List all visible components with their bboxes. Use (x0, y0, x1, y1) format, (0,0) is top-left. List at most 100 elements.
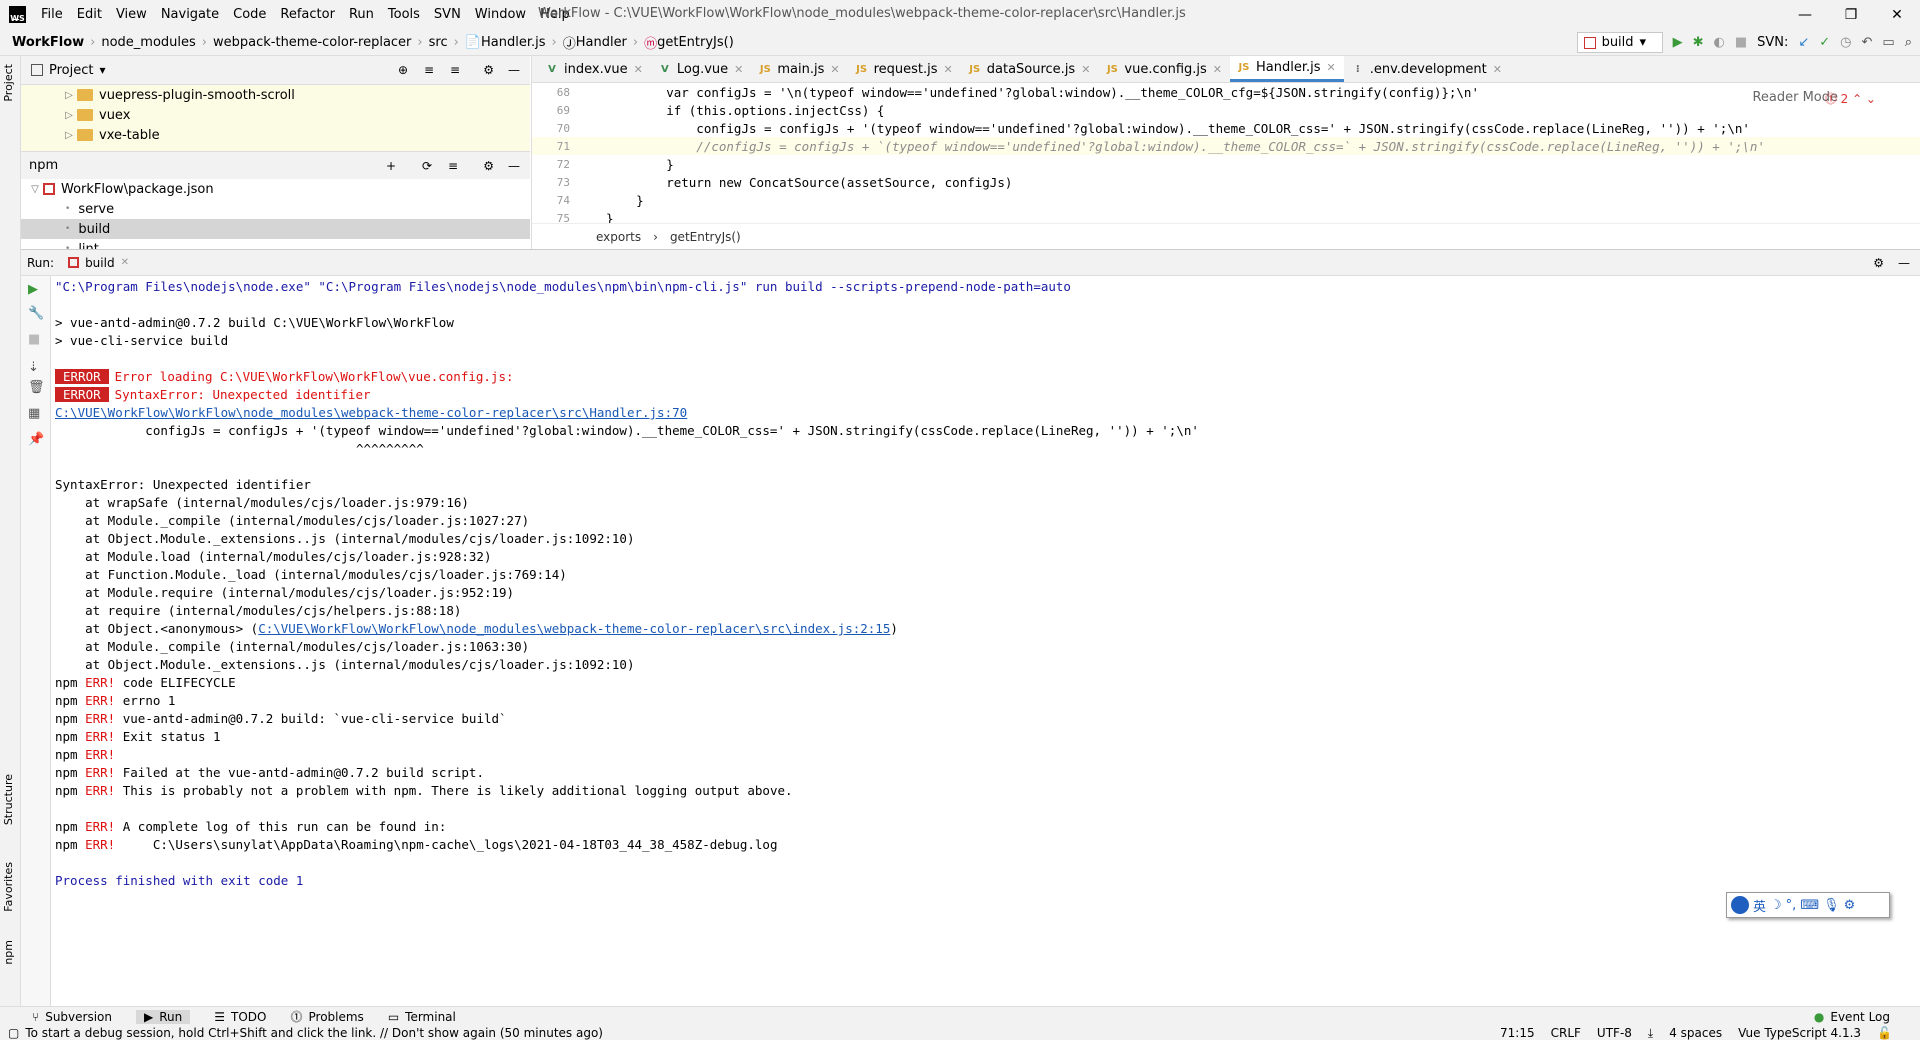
caret-position[interactable]: 71:15 (1500, 1026, 1535, 1040)
add-icon[interactable]: + (386, 159, 396, 173)
editor-tab[interactable]: Vindex.vue ✕ (538, 56, 651, 82)
menu-run[interactable]: Run (342, 7, 381, 22)
gear-icon[interactable]: ⚙ (1873, 256, 1884, 270)
menu-edit[interactable]: Edit (70, 7, 109, 22)
console-output[interactable]: "C:\Program Files\nodejs\node.exe" "C:\P… (52, 276, 1920, 1006)
menu-refactor[interactable]: Refactor (273, 7, 342, 22)
svn-update-icon[interactable]: ↙ (1798, 35, 1809, 50)
close-icon[interactable]: ✕ (1327, 61, 1336, 74)
breadcrumb-item[interactable]: WorkFlow (12, 35, 84, 50)
console-link[interactable]: C:\VUE\WorkFlow\WorkFlow\node_modules\we… (258, 621, 890, 636)
editor-tab[interactable]: JS Handler.js ✕ (1230, 56, 1344, 82)
chevron-right-icon[interactable]: ▷ (61, 90, 77, 101)
language-service[interactable]: Vue TypeScript 4.1.3 (1738, 1026, 1861, 1040)
layout-icon[interactable]: ▭ (1882, 35, 1894, 50)
gear-icon[interactable]: ⚙ (483, 63, 494, 77)
project-panel-title[interactable]: Project (49, 63, 93, 78)
lock-icon[interactable]: 🔓 (1877, 1026, 1892, 1040)
close-icon[interactable]: ✕ (1213, 63, 1222, 76)
trash-icon[interactable]: 🗑 (28, 380, 45, 395)
editor-tab[interactable]: ⁝ .env.development ✕ (1344, 56, 1510, 82)
coverage-icon[interactable]: ◐ (1713, 35, 1724, 50)
breadcrumb-item[interactable]: webpack-theme-color-replacer (213, 35, 411, 50)
menu-window[interactable]: Window (468, 7, 533, 22)
refresh-icon[interactable]: ⟳ (422, 159, 432, 173)
npm-tool-tab[interactable]: npm (2, 940, 15, 965)
indent-setting[interactable]: 4 spaces (1669, 1026, 1722, 1040)
tree-folder-row[interactable]: ▷ vuepress-plugin-smooth-scroll (21, 85, 530, 105)
close-icon[interactable]: ✕ (634, 63, 643, 76)
line-separator[interactable]: CRLF (1551, 1026, 1581, 1040)
menu-navigate[interactable]: Navigate (154, 7, 226, 22)
tree-folder-row[interactable]: ▷ vuex (21, 105, 530, 125)
menu-code[interactable]: Code (226, 7, 273, 22)
project-tool-tab[interactable]: Project (2, 64, 15, 102)
status-message[interactable]: To start a debug session, hold Ctrl+Shif… (25, 1026, 603, 1040)
gear-icon[interactable]: ⚙ (1844, 898, 1856, 913)
code-crumb-item[interactable]: getEntryJs() (670, 230, 741, 244)
minimize-icon[interactable]: — (1782, 0, 1828, 29)
code-view[interactable]: 68 var configJs = '\n(typeof window=='un… (532, 83, 1920, 223)
tool-tab-subversion[interactable]: ⑂ Subversion (32, 1010, 112, 1024)
svn-commit-icon[interactable]: ✓ (1819, 35, 1830, 50)
run-config-select[interactable]: build ▾ (1576, 32, 1663, 53)
code-crumb-item[interactable]: exports (596, 230, 641, 244)
breadcrumb-item[interactable]: src (429, 35, 448, 50)
hide-icon[interactable]: — (1898, 256, 1910, 270)
npm-script-build[interactable]: • build (21, 219, 530, 239)
stop-icon[interactable]: ■ (28, 332, 40, 347)
close-icon[interactable]: ✕ (830, 63, 839, 76)
readonly-icon[interactable]: ⤓ (1648, 1026, 1653, 1041)
gear-icon[interactable]: ⚙ (483, 159, 494, 173)
search-icon[interactable]: ⌕ (1905, 35, 1912, 50)
ime-lang-label[interactable]: 英 (1753, 896, 1766, 915)
close-icon[interactable]: ✕ (944, 63, 953, 76)
tool-tab-run[interactable]: ▶ Run (136, 1009, 191, 1024)
close-icon[interactable]: ✕ (1874, 0, 1920, 29)
tool-tab-problems[interactable]: ⓵ Problems (290, 1008, 363, 1025)
ime-toolbar[interactable]: 英 ☽ °, ⌨ 🎙 ⚙ (1726, 892, 1890, 918)
locate-icon[interactable]: ⊕ (398, 63, 408, 77)
expand-all-icon[interactable]: ≡ (424, 63, 434, 77)
maximize-icon[interactable]: ❐ (1828, 0, 1874, 29)
menu-view[interactable]: View (109, 7, 154, 22)
npm-script-serve[interactable]: • serve (21, 199, 530, 219)
editor-tab[interactable]: JS request.js ✕ (848, 56, 961, 82)
breadcrumb-item[interactable]: Handler.js (481, 35, 546, 50)
pin-icon[interactable]: 📌 (28, 432, 44, 447)
file-encoding[interactable]: UTF-8 (1597, 1026, 1632, 1040)
hide-icon[interactable]: — (508, 63, 520, 77)
menu-svn[interactable]: SVN (427, 7, 468, 22)
collapse-all-icon[interactable]: ≡ (450, 63, 460, 77)
tree-folder-row[interactable]: ▷ vxe-table (21, 125, 530, 145)
moon-icon[interactable]: ☽ (1770, 898, 1782, 913)
breadcrumb-item[interactable]: node_modules (101, 35, 195, 50)
chevron-down-icon[interactable]: ▾ (99, 63, 105, 77)
npm-script-lint[interactable]: • lint (21, 239, 530, 250)
mic-icon[interactable]: 🎙 (1823, 898, 1840, 913)
editor-tab[interactable]: JS vue.config.js ✕ (1098, 56, 1230, 82)
debug-icon[interactable]: ✱ (1693, 35, 1704, 50)
structure-tool-tab[interactable]: Structure (2, 774, 15, 825)
breadcrumb-item[interactable]: Handler (576, 35, 627, 50)
event-log-button[interactable]: ● Event Log (1814, 1010, 1890, 1024)
tool-tab-todo[interactable]: ☰ TODO (214, 1010, 266, 1024)
scroll-to-end-icon[interactable]: ⇣ (28, 360, 39, 375)
layout-icon[interactable]: ▦ (28, 406, 40, 421)
npm-package-row[interactable]: ▽ WorkFlow\package.json (21, 179, 530, 199)
punct-icon[interactable]: °, (1786, 898, 1797, 913)
chevron-right-icon[interactable]: ▷ (61, 130, 77, 141)
menu-tools[interactable]: Tools (381, 7, 427, 22)
tool-tab-terminal[interactable]: ▭ Terminal (388, 1010, 456, 1024)
history-icon[interactable]: ◷ (1840, 35, 1851, 50)
close-icon[interactable]: ✕ (1081, 63, 1090, 76)
favorites-tool-tab[interactable]: Favorites (2, 862, 15, 912)
editor-tab[interactable]: JS main.js ✕ (751, 56, 847, 82)
wrench-icon[interactable]: 🔧 (28, 306, 44, 321)
close-icon[interactable]: ✕ (121, 257, 129, 268)
run-icon[interactable]: ▶ (1673, 35, 1683, 50)
keyboard-icon[interactable]: ⌨ (1800, 898, 1819, 913)
menu-file[interactable]: File (34, 7, 70, 22)
collapse-all-icon[interactable]: ≡ (448, 159, 458, 173)
chevron-down-icon[interactable]: ▽ (27, 184, 43, 195)
